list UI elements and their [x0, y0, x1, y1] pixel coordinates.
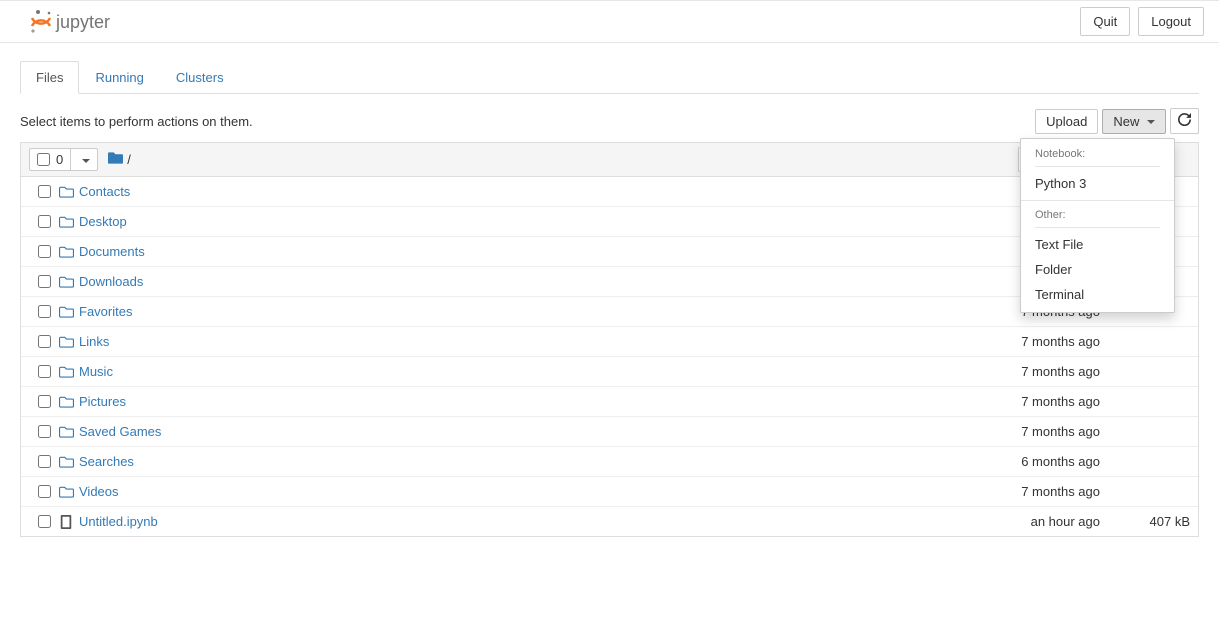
dropdown-section-other: Other:	[1021, 205, 1174, 223]
file-row: Pictures7 months ago	[21, 386, 1198, 416]
row-name-link[interactable]: Favorites	[79, 304, 940, 319]
row-checkbox[interactable]	[38, 365, 51, 378]
select-all-group[interactable]: 0	[29, 148, 98, 171]
row-checkbox[interactable]	[38, 395, 51, 408]
file-row: Saved Games7 months ago	[21, 416, 1198, 446]
row-name-link[interactable]: Downloads	[79, 274, 940, 289]
folder-icon	[59, 306, 79, 318]
row-name-link[interactable]: Documents	[79, 244, 940, 259]
folder-icon	[59, 456, 79, 468]
row-modified: 7 months ago	[940, 484, 1120, 499]
row-name-link[interactable]: Videos	[79, 484, 940, 499]
select-all-checkbox[interactable]	[37, 153, 50, 166]
tabs: Files Running Clusters	[20, 61, 1199, 94]
folder-icon	[59, 396, 79, 408]
row-checkbox[interactable]	[38, 455, 51, 468]
tab-clusters[interactable]: Clusters	[160, 61, 240, 94]
jupyter-logo[interactable]: jupyter	[20, 9, 130, 35]
folder-icon	[59, 426, 79, 438]
row-modified: an hour ago	[940, 514, 1120, 529]
folder-icon	[59, 336, 79, 348]
row-name-link[interactable]: Links	[79, 334, 940, 349]
folder-icon	[108, 152, 123, 167]
refresh-button[interactable]	[1170, 108, 1199, 134]
row-checkbox[interactable]	[38, 515, 51, 528]
row-size: 407 kB	[1120, 514, 1190, 529]
chevron-down-icon	[1147, 120, 1155, 124]
instruction-text: Select items to perform actions on them.	[20, 114, 253, 129]
tab-files[interactable]: Files	[20, 61, 79, 94]
quit-button[interactable]: Quit	[1080, 7, 1130, 36]
folder-icon	[59, 366, 79, 378]
logout-button[interactable]: Logout	[1138, 7, 1204, 36]
header: jupyter Quit Logout	[0, 0, 1219, 43]
file-row: Videos7 months ago	[21, 476, 1198, 506]
refresh-icon	[1178, 113, 1191, 129]
file-row: Untitled.ipynban hour ago407 kB	[21, 506, 1198, 536]
row-name-link[interactable]: Music	[79, 364, 940, 379]
row-modified: 7 months ago	[940, 394, 1120, 409]
folder-icon	[59, 276, 79, 288]
row-modified: 6 months ago	[940, 454, 1120, 469]
row-checkbox[interactable]	[38, 215, 51, 228]
row-name-link[interactable]: Saved Games	[79, 424, 940, 439]
row-name-link[interactable]: Untitled.ipynb	[79, 514, 940, 529]
row-checkbox[interactable]	[38, 245, 51, 258]
breadcrumb-sep: /	[127, 152, 131, 167]
new-text-file[interactable]: Text File	[1021, 232, 1174, 257]
row-modified: 7 months ago	[940, 364, 1120, 379]
chevron-down-icon	[82, 159, 90, 163]
new-folder[interactable]: Folder	[1021, 257, 1174, 282]
file-row: Music7 months ago	[21, 356, 1198, 386]
new-terminal[interactable]: Terminal	[1021, 282, 1174, 307]
folder-icon	[59, 486, 79, 498]
row-name-link[interactable]: Desktop	[79, 214, 940, 229]
selected-count: 0	[56, 152, 63, 167]
notebook-icon	[59, 515, 79, 529]
row-checkbox[interactable]	[38, 275, 51, 288]
row-checkbox[interactable]	[38, 485, 51, 498]
row-checkbox[interactable]	[38, 305, 51, 318]
row-name-link[interactable]: Searches	[79, 454, 940, 469]
new-python3[interactable]: Python 3	[1021, 171, 1174, 196]
dropdown-section-notebook: Notebook:	[1021, 144, 1174, 162]
row-checkbox[interactable]	[38, 335, 51, 348]
svg-text:jupyter: jupyter	[55, 12, 110, 32]
row-checkbox[interactable]	[38, 185, 51, 198]
upload-button[interactable]: Upload	[1035, 109, 1098, 134]
select-menu-toggle[interactable]	[71, 149, 97, 170]
folder-icon	[59, 246, 79, 258]
row-name-link[interactable]: Contacts	[79, 184, 940, 199]
new-button[interactable]: New	[1102, 109, 1166, 134]
new-dropdown: Notebook: Python 3 Other: Text File Fold…	[1020, 138, 1175, 313]
tab-running[interactable]: Running	[79, 61, 159, 94]
row-name-link[interactable]: Pictures	[79, 394, 940, 409]
breadcrumb[interactable]: /	[108, 152, 131, 167]
folder-icon	[59, 216, 79, 228]
folder-icon	[59, 186, 79, 198]
row-checkbox[interactable]	[38, 425, 51, 438]
row-modified: 7 months ago	[940, 424, 1120, 439]
new-button-label: New	[1113, 114, 1139, 129]
file-row: Searches6 months ago	[21, 446, 1198, 476]
row-modified: 7 months ago	[940, 334, 1120, 349]
file-row: Links7 months ago	[21, 326, 1198, 356]
